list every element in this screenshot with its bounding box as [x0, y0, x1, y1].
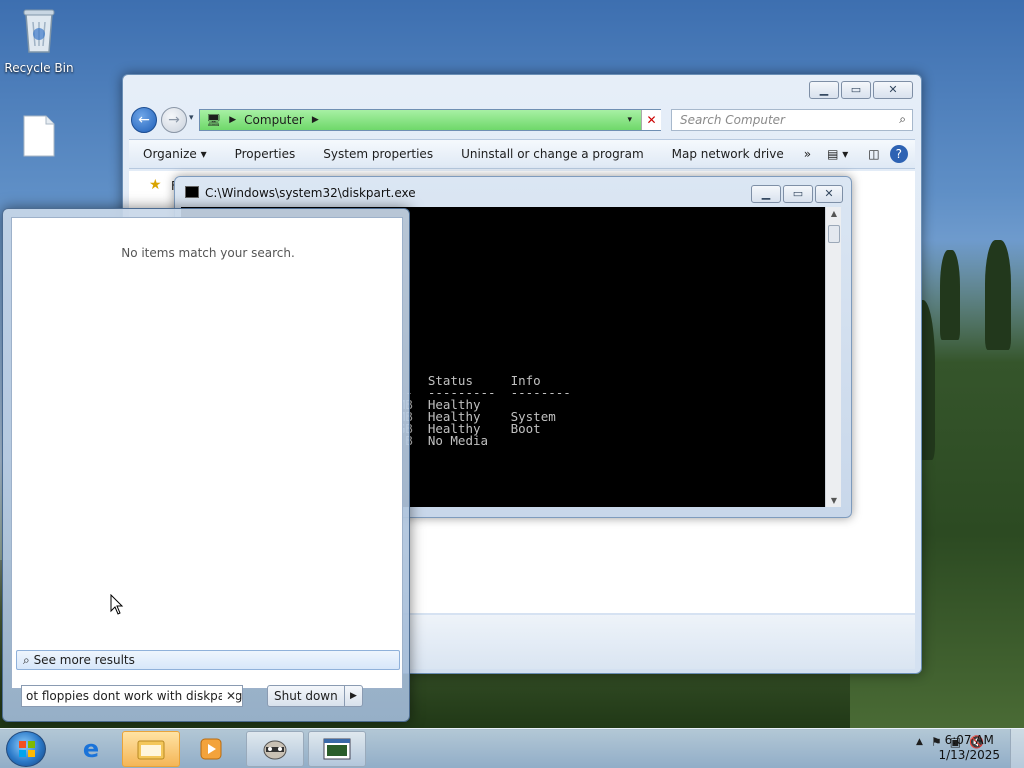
- taskbar-media-player[interactable]: [182, 731, 240, 767]
- raccoon-app-icon: [263, 740, 287, 760]
- console-scrollbar[interactable]: ▲ ▼: [825, 207, 841, 507]
- clear-search-icon[interactable]: ✕: [221, 689, 236, 703]
- mouse-cursor-icon: [110, 593, 124, 619]
- taskbar-cmd-window[interactable]: [308, 731, 366, 767]
- scroll-thumb[interactable]: [828, 225, 840, 243]
- clock-time: 6:07 AM: [944, 733, 994, 747]
- clock-date: 1/13/2025: [938, 748, 1000, 762]
- breadcrumb-arrow-icon: ▶: [229, 115, 237, 125]
- address-stop-button[interactable]: ✕: [641, 110, 661, 130]
- taskbar: e ▲ ⚑ ▣ 🔇 6:07 AM 1/13/2025: [0, 728, 1024, 768]
- search-placeholder: Search Computer: [680, 113, 785, 127]
- shut-down-button[interactable]: Shut down ▶: [267, 685, 363, 707]
- recent-pages-button[interactable]: ▾: [189, 113, 194, 123]
- change-view-icon[interactable]: ▤ ▾: [817, 147, 858, 161]
- recycle-bin-icon: [4, 6, 74, 57]
- window-title: C:\Windows\system32\diskpart.exe: [205, 186, 416, 200]
- start-menu: No items match your search. ⌕ See more r…: [2, 208, 410, 722]
- see-more-label: See more results: [33, 653, 135, 667]
- desktop-icon-document[interactable]: [4, 114, 74, 165]
- arrow-left-icon: ←: [138, 112, 150, 128]
- scroll-down-icon[interactable]: ▼: [826, 496, 842, 505]
- preview-pane-icon[interactable]: ◫: [858, 147, 889, 161]
- minimize-button[interactable]: ▁: [809, 81, 839, 99]
- see-more-results-link[interactable]: ⌕ See more results: [16, 650, 400, 670]
- address-dropdown-icon[interactable]: ▾: [627, 115, 632, 125]
- maximize-button[interactable]: ▭: [783, 185, 813, 203]
- no-results-text: No items match your search.: [121, 246, 295, 260]
- address-bar[interactable]: 🖥 ▶ Computer ▶ ▾: [199, 109, 661, 131]
- scroll-up-icon[interactable]: ▲: [826, 209, 842, 218]
- show-desktop-button[interactable]: [1010, 729, 1024, 768]
- breadcrumb-arrow-icon[interactable]: ▶: [312, 115, 319, 125]
- windows-logo-icon: [19, 741, 35, 757]
- desktop-icon-label: Recycle Bin: [4, 61, 74, 75]
- media-player-icon: [200, 738, 222, 760]
- search-results-pane: No items match your search. ⌕ See more r…: [11, 217, 403, 689]
- start-button[interactable]: [6, 731, 46, 767]
- minimize-button[interactable]: ▁: [751, 185, 781, 203]
- properties-button[interactable]: Properties: [221, 147, 310, 161]
- help-icon[interactable]: ?: [889, 145, 908, 163]
- back-button[interactable]: ←: [131, 107, 157, 133]
- forward-button[interactable]: →: [161, 107, 187, 133]
- uninstall-program-button[interactable]: Uninstall or change a program: [447, 147, 658, 161]
- taskbar-windows-explorer[interactable]: [122, 731, 180, 767]
- document-icon: [4, 114, 74, 161]
- desktop-icon-recycle-bin[interactable]: Recycle Bin: [4, 6, 74, 75]
- more-commands-button[interactable]: »: [798, 147, 817, 161]
- maximize-button[interactable]: ▭: [841, 81, 871, 99]
- wallpaper-tree: [985, 240, 1011, 350]
- shut-down-label: Shut down: [274, 689, 338, 703]
- shutdown-options-arrow-icon[interactable]: ▶: [344, 686, 362, 706]
- close-button[interactable]: ✕: [873, 81, 913, 99]
- cmd-window-icon: [323, 738, 351, 760]
- show-hidden-icons-icon[interactable]: ▲: [916, 737, 923, 747]
- breadcrumb-computer[interactable]: Computer: [244, 113, 304, 127]
- system-clock[interactable]: 6:07 AM 1/13/2025: [938, 733, 1000, 763]
- favorites-star-icon: ★: [149, 177, 162, 193]
- organize-button[interactable]: Organize ▾: [129, 147, 221, 161]
- map-network-drive-button[interactable]: Map network drive: [658, 147, 798, 161]
- internet-explorer-icon: e: [82, 735, 100, 763]
- windows-explorer-icon: [137, 740, 165, 760]
- start-search-value: ot floppies dont work with diskpartg: [26, 689, 243, 703]
- taskbar-internet-explorer[interactable]: e: [62, 731, 120, 767]
- search-input[interactable]: Search Computer ⌕: [671, 109, 913, 131]
- system-properties-button[interactable]: System properties: [309, 147, 447, 161]
- wallpaper-tree: [940, 250, 960, 340]
- arrow-right-icon: →: [168, 112, 180, 128]
- taskbar-raccoon-app[interactable]: [246, 731, 304, 767]
- command-bar: Organize ▾ Properties System properties …: [129, 139, 915, 169]
- close-button[interactable]: ✕: [815, 185, 843, 203]
- search-icon[interactable]: ⌕: [899, 112, 906, 127]
- computer-icon: 🖥: [206, 113, 222, 127]
- console-icon: [185, 186, 199, 198]
- start-search-input[interactable]: ot floppies dont work with diskpartg ✕: [21, 685, 243, 707]
- search-icon: ⌕: [23, 653, 30, 667]
